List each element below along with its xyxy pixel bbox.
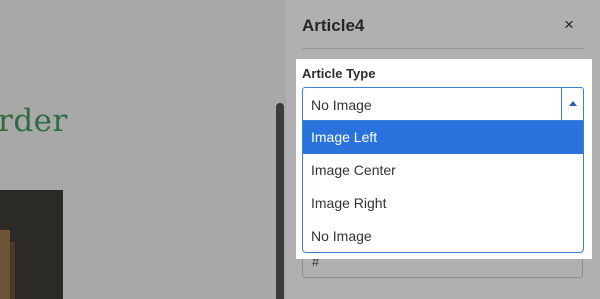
option-image-right[interactable]: Image Right [303,187,583,220]
picture-frame [0,230,10,299]
article-type-section: Article Type No Image Image Left Image C… [296,59,592,259]
option-image-center[interactable]: Image Center [303,154,583,187]
option-image-left[interactable]: Image Left [303,121,583,154]
picture-frame-inner [10,242,15,299]
article-type-selected-value: No Image [311,97,372,113]
chevron-up-icon[interactable] [569,101,577,106]
canvas-image [0,190,63,299]
article-type-options: Image Left Image Center Image Right No I… [302,121,584,253]
article-type-label: Article Type [302,66,376,81]
select-separator [561,88,562,120]
canvas-scrollbar[interactable] [276,103,284,299]
option-no-image[interactable]: No Image [303,220,583,252]
canvas-heading: rder [0,103,68,139]
panel-divider [302,48,583,49]
close-button[interactable]: × [561,15,577,35]
page-canvas: rder [0,0,286,299]
article-type-select[interactable]: No Image [302,87,584,121]
panel-title: Article4 [302,16,365,35]
